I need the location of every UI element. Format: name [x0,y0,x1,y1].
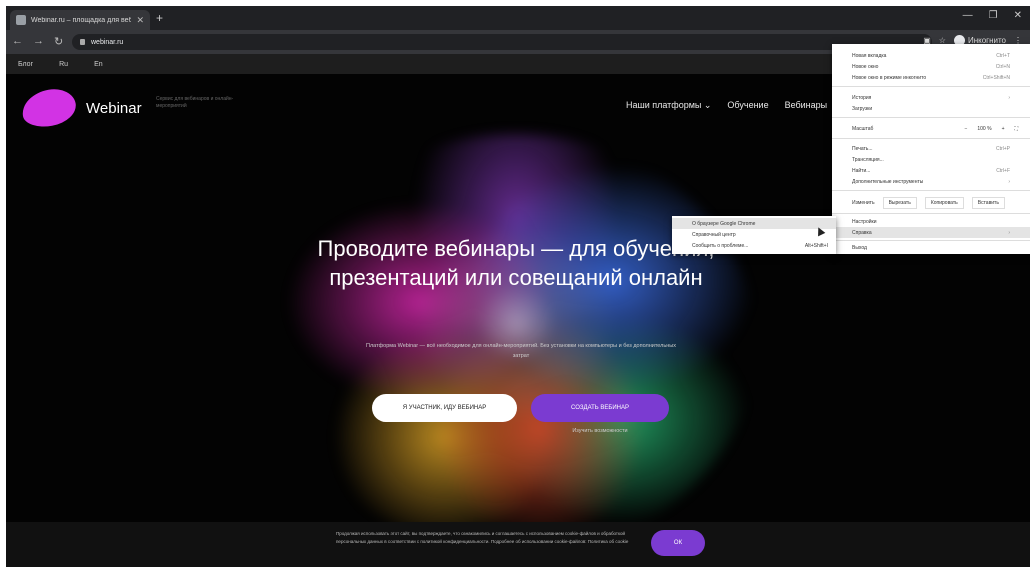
brand-name: Webinar [86,99,142,117]
browser-tab[interactable]: Webinar.ru – площадка для веб… ✕ [10,10,150,30]
submenu-item-help-center[interactable]: Справочный центр [672,229,836,240]
nav-item-training[interactable]: Обучение [727,100,768,111]
submenu-item-about-chrome[interactable]: О браузере Google Chrome [672,218,836,229]
nav-item-webinars[interactable]: Вебинары [785,100,828,111]
menu-item-exit[interactable]: Выход [832,242,1030,253]
menu-item-new-tab[interactable]: Новая вкладка Ctrl+T [832,50,1030,61]
window-controls: — ❐ ✕ [963,10,1022,21]
cut-button[interactable]: Вырезать [882,197,917,209]
menu-divider [832,213,1030,214]
maximize-icon[interactable]: ❐ [989,10,998,21]
fullscreen-icon[interactable]: ⛶ [1014,126,1018,132]
copy-button[interactable]: Копировать [924,197,964,209]
forward-icon[interactable]: → [33,35,44,48]
minimize-icon[interactable]: — [963,10,973,21]
chrome-main-menu: Новая вкладка Ctrl+T Новое окно Ctrl+N Нов… [832,44,1030,254]
bookmark-item[interactable]: Блог [18,61,33,68]
menu-item-incognito[interactable]: Новое окно в режиме инкогнито Ctrl+Shift+… [832,72,1030,83]
logo-blob-icon [19,85,79,131]
site-logo[interactable]: Webinar [19,85,142,131]
menu-divider [832,190,1030,191]
close-window-icon[interactable]: ✕ [1014,10,1022,21]
paste-button[interactable]: Вставить [971,197,1005,209]
cookie-ok-button[interactable]: ОК [651,530,705,556]
menu-edit-row: Изменить Вырезать Копировать Вставить [832,196,1030,210]
create-webinar-button[interactable]: СОЗДАТЬ ВЕБИНАР [531,394,669,422]
menu-item-find[interactable]: Найти... Ctrl+F [832,165,1030,176]
menu-divider [832,240,1030,241]
menu-divider [832,138,1030,139]
tab-title: Webinar.ru – площадка для веб… [31,16,132,24]
menu-item-more-tools[interactable]: Дополнительные инструменты › [832,176,1030,187]
menu-item-history[interactable]: История › [832,92,1030,103]
omnibox[interactable]: webinar.ru [72,34,932,50]
hero-subtext: Платформа Webinar — всё необходимое для … [366,343,676,359]
cookie-text: Продолжая использовать этот сайт, вы под… [336,531,629,544]
top-nav: Наши платформы ⌄ Обучение Вебинары [626,100,827,111]
hero-headline: Проводите вебинары — для обучения, презе… [317,236,715,290]
menu-item-downloads[interactable]: Загрузки [832,103,1030,114]
menu-item-settings[interactable]: Настройки [832,216,1030,227]
close-tab-icon[interactable]: ✕ [136,15,144,26]
tab-strip: Webinar.ru – площадка для веб… ✕ + — ❐ ✕ [6,6,1030,30]
menu-item-new-window[interactable]: Новое окно Ctrl+N [832,61,1030,72]
site-tagline: Сервис для вебинаров и онлайн-мероприяти… [156,96,234,109]
help-submenu: О браузере Google Chrome Справочный цент… [672,216,836,254]
back-icon[interactable]: ← [12,35,23,48]
bookmark-item[interactable]: Ru [59,61,68,68]
submenu-item-report-issue[interactable]: Сообщить о проблеме... Alt+Shift+I [672,240,836,251]
menu-item-cast[interactable]: Трансляция... [832,154,1030,165]
learn-more-link[interactable]: Изучить возможности [531,428,669,434]
new-tab-icon[interactable]: + [156,11,163,25]
zoom-out-button[interactable]: − [964,126,967,132]
zoom-in-button[interactable]: + [1002,126,1005,132]
join-webinar-button[interactable]: Я УЧАСТНИК, ИДУ ВЕБИНАР [372,394,517,422]
lock-icon [80,39,85,45]
menu-item-print[interactable]: Печать... Ctrl+P [832,143,1030,154]
menu-zoom-row: Масштаб − 100 % + ⛶ [832,122,1030,135]
menu-divider [832,117,1030,118]
favicon-icon [16,15,26,25]
nav-item-platforms[interactable]: Наши платформы ⌄ [626,100,711,111]
bookmark-item[interactable]: En [94,61,103,68]
menu-item-help[interactable]: Справка › [832,227,1030,238]
menu-divider [832,86,1030,87]
reload-icon[interactable]: ↻ [54,35,63,48]
cookie-banner: Продолжая использовать этот сайт, вы под… [6,522,1030,567]
browser-window: Webinar.ru – площадка для веб… ✕ + — ❐ ✕… [6,6,1030,567]
zoom-value: 100 % [977,125,992,132]
zoom-label: Масштаб [852,125,874,132]
nav-buttons: ← → ↻ [12,35,63,48]
edit-label: Изменить [852,200,875,206]
url-text[interactable]: webinar.ru [91,39,123,46]
